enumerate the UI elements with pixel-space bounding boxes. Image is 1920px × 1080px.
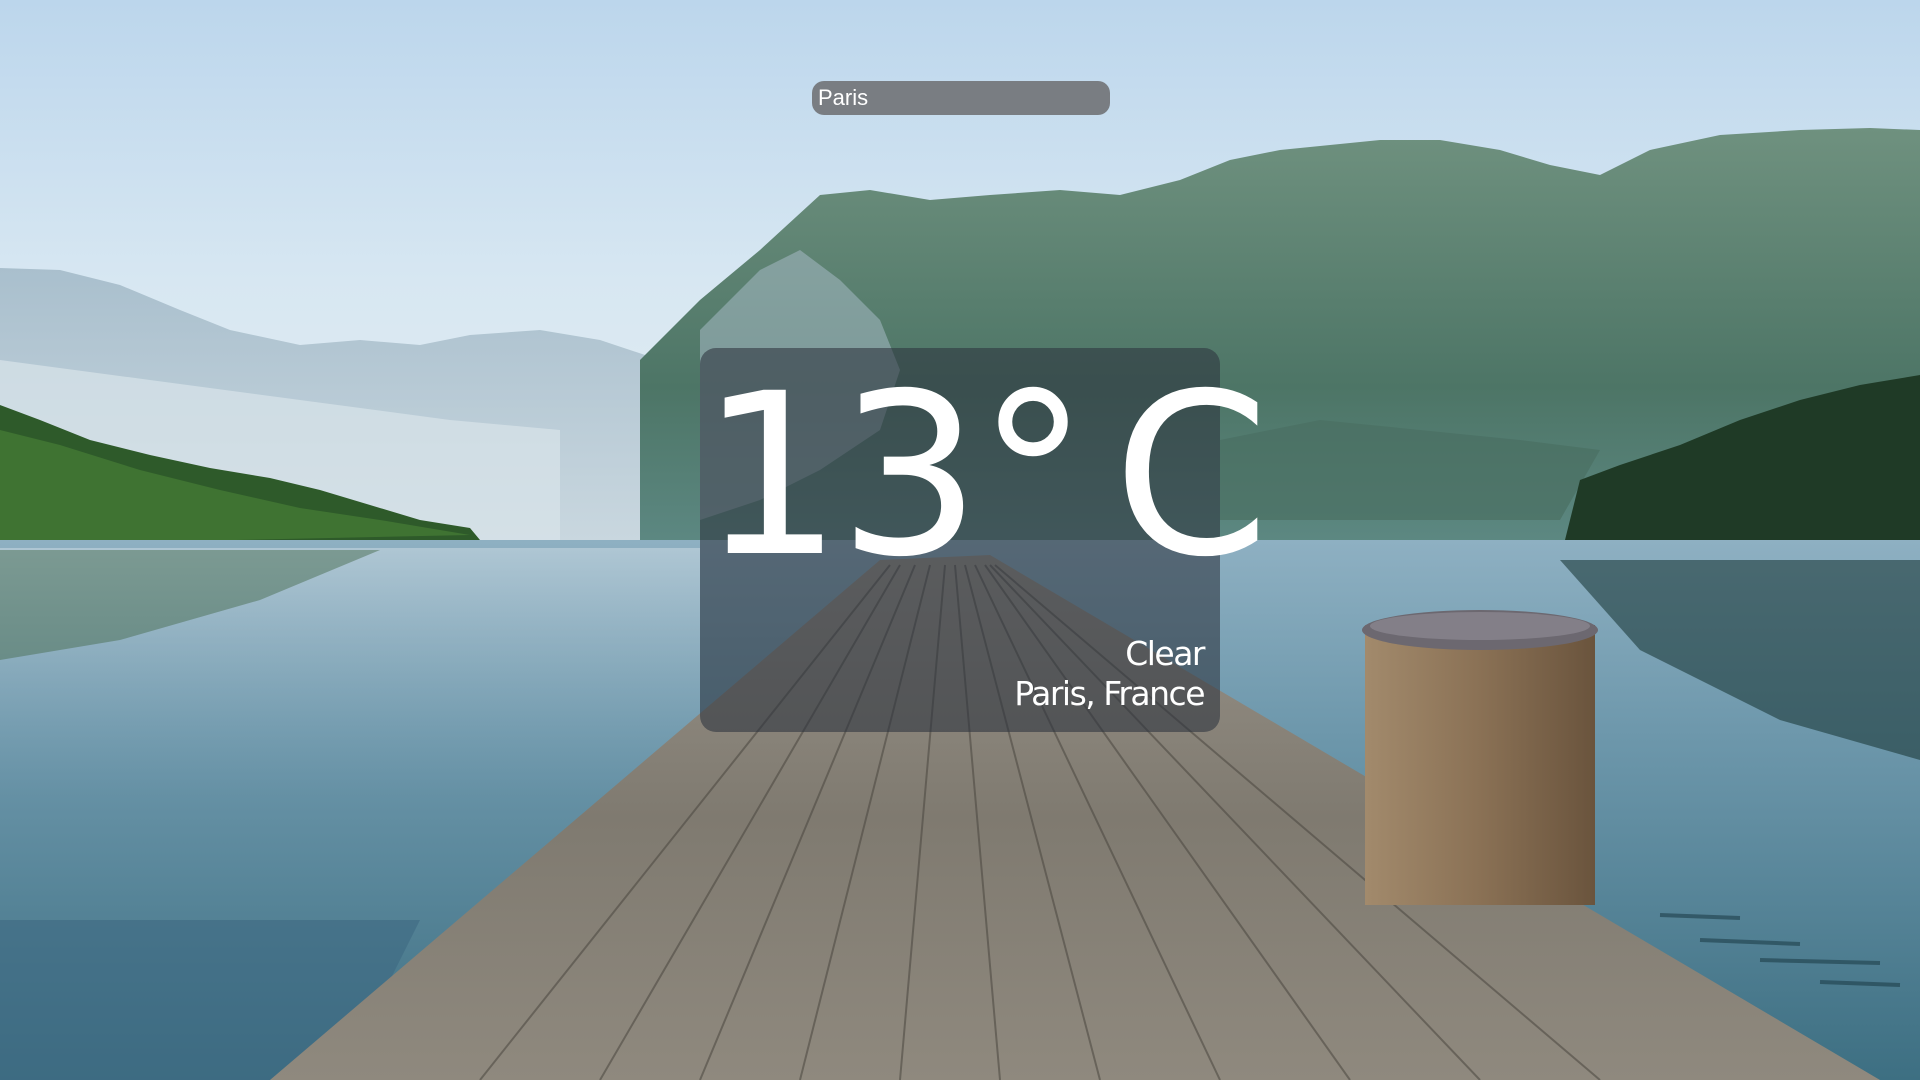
temperature-value: 13°	[700, 345, 1089, 606]
city-search-input[interactable]	[812, 81, 1110, 115]
temperature-unit: C	[1113, 345, 1269, 606]
weather-card: 13° C Clear Paris, France	[700, 348, 1269, 732]
temperature-display: 13° C	[700, 358, 1269, 593]
weather-condition: Clear	[1125, 634, 1205, 673]
location-label: Paris, France	[1014, 674, 1205, 713]
